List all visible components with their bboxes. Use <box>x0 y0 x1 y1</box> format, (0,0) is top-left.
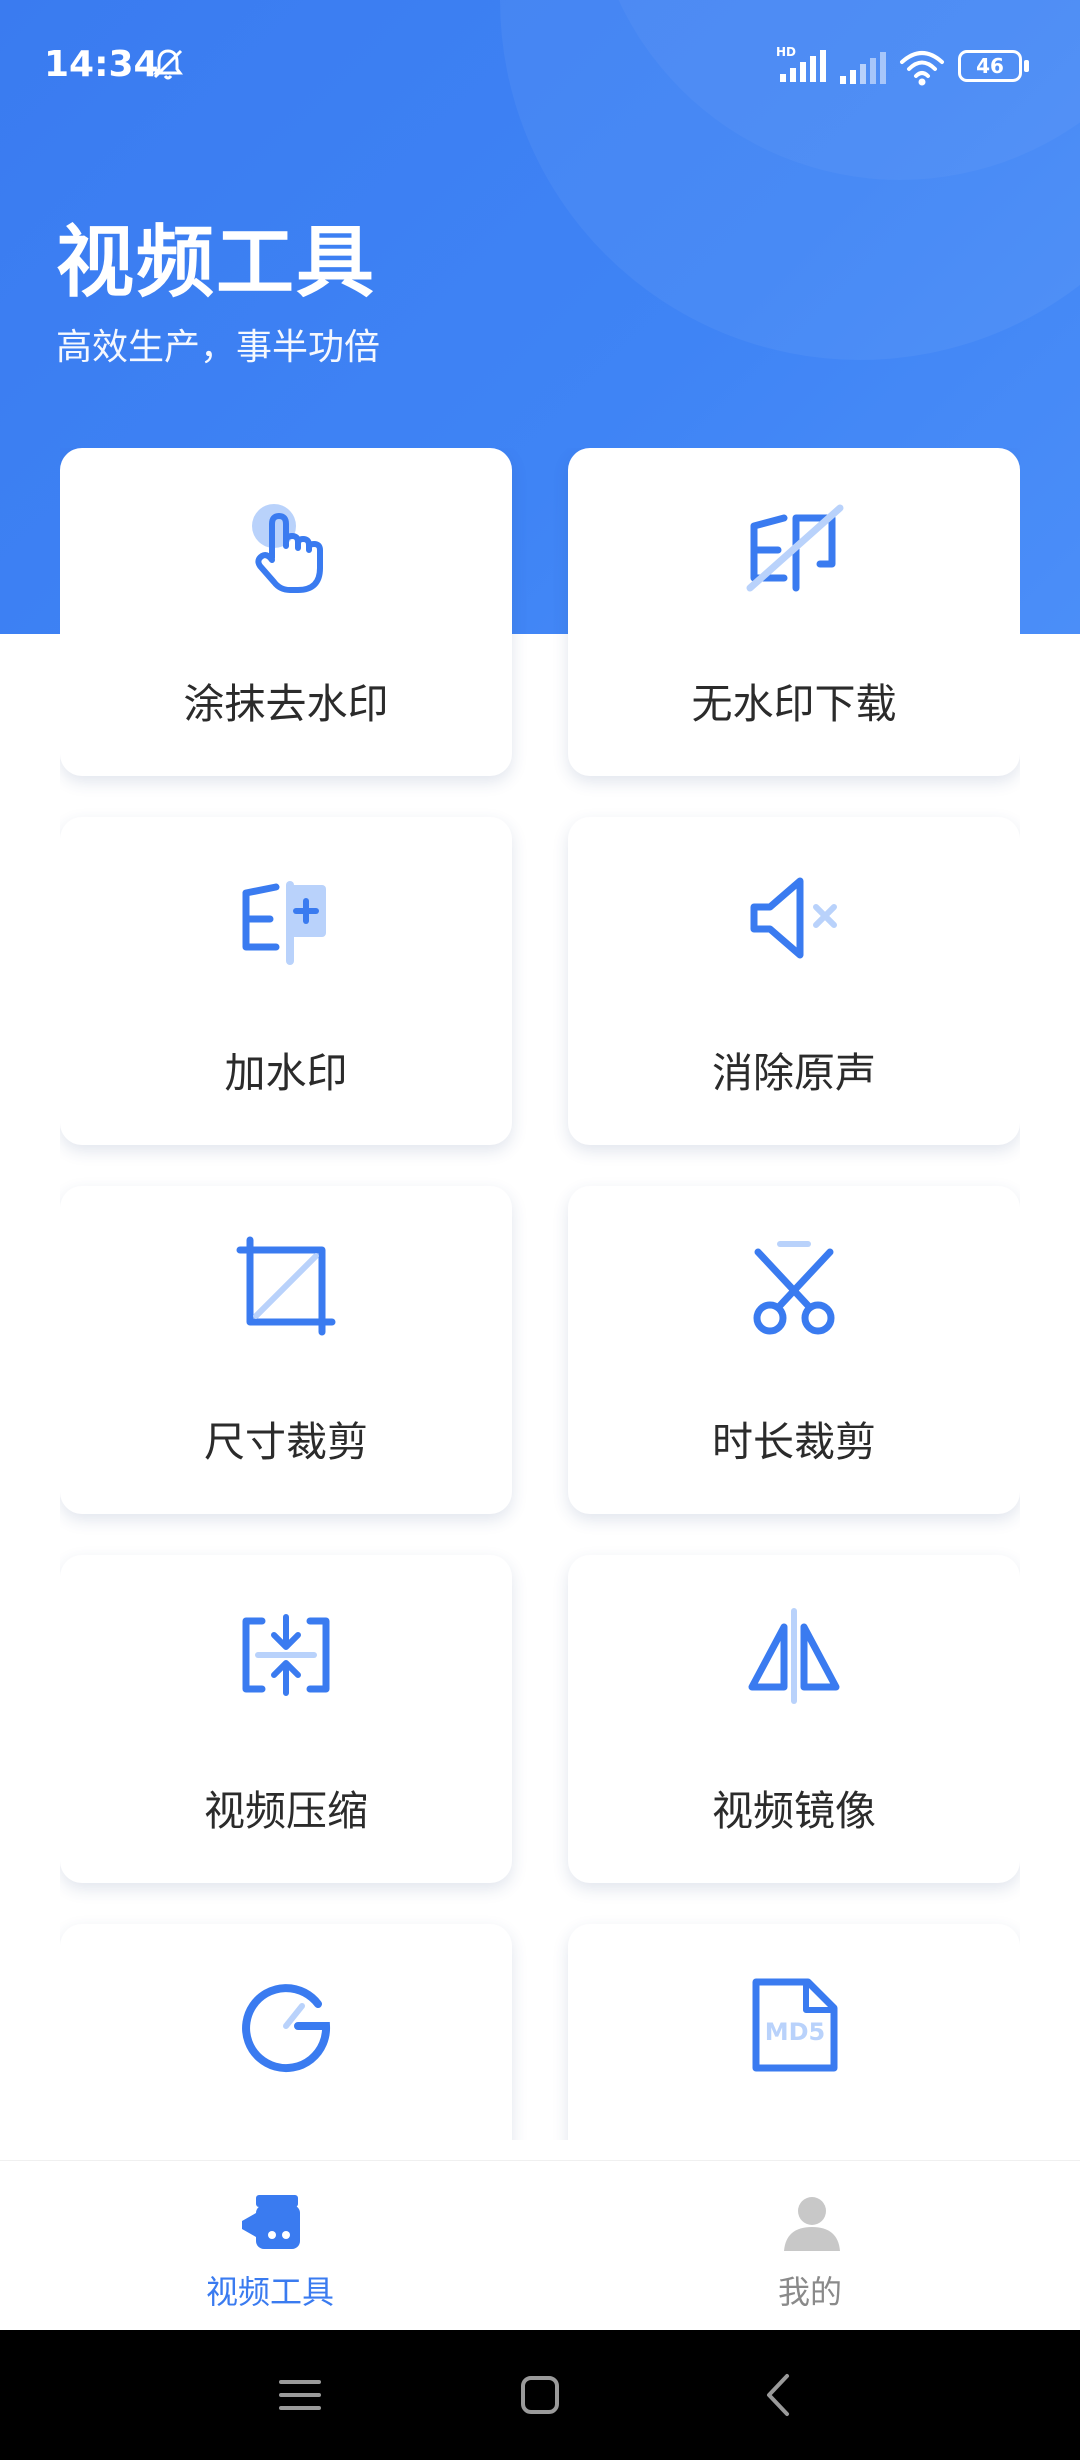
tool-card-md5[interactable]: MD5 <box>568 1924 1020 2140</box>
tool-label: 加水印 <box>224 1049 348 1097</box>
tool-label: 视频镜像 <box>712 1787 876 1835</box>
tool-card-duration-trim[interactable]: 时长裁剪 <box>568 1186 1020 1514</box>
tool-label: 时长裁剪 <box>712 1418 876 1466</box>
tab-mine[interactable]: 我的 <box>660 2161 960 2331</box>
tool-label: 尺寸裁剪 <box>204 1418 368 1466</box>
page-subtitle: 高效生产，事半功倍 <box>56 327 381 368</box>
speed-gauge-icon <box>242 1984 331 2073</box>
back-icon[interactable] <box>755 2370 805 2420</box>
crop-icon <box>236 1236 336 1336</box>
tab-label: 我的 <box>777 2273 842 2311</box>
battery-icon: 46 <box>958 50 1032 84</box>
tool-label: 涂抹去水印 <box>183 680 389 728</box>
network-badge: HD <box>776 45 796 59</box>
system-navigation-bar <box>0 2330 1080 2460</box>
mute-icon <box>750 877 837 959</box>
signal-icon <box>840 52 886 84</box>
status-time: 14:34 <box>44 44 159 85</box>
tool-card-no-watermark-download[interactable]: 无水印下载 <box>568 448 1020 776</box>
tool-card-video-mirror[interactable]: 视频镜像 <box>568 1555 1020 1883</box>
tool-card-add-watermark[interactable]: 加水印 <box>60 817 512 1145</box>
tool-grid: 涂抹去水印 无水印下载 加水印 消除原声 尺寸裁剪 时长裁剪 视频压缩 视频镜像… <box>60 448 1020 2140</box>
tool-card-smear-remove-watermark[interactable]: 涂抹去水印 <box>60 448 512 776</box>
tool-label: 无水印下载 <box>691 680 897 728</box>
md5-file-icon: MD5 <box>752 1978 838 2072</box>
tab-label: 视频工具 <box>205 2273 334 2311</box>
signal-hd-icon: HD <box>776 45 826 82</box>
home-icon[interactable] <box>515 2370 565 2420</box>
mirror-icon <box>748 1608 840 1704</box>
bottom-tab-bar: 视频工具 我的 <box>0 2160 1080 2331</box>
silent-bell-icon <box>153 49 183 80</box>
scissors-icon <box>753 1241 835 1335</box>
wifi-icon <box>900 51 944 86</box>
compress-icon <box>242 1614 330 1696</box>
no-watermark-icon <box>746 504 844 592</box>
video-tools-icon <box>242 2195 300 2249</box>
tool-card-video-compress[interactable]: 视频压缩 <box>60 1555 512 1883</box>
tool-label: 消除原声 <box>712 1049 876 1097</box>
tap-hand-icon <box>252 504 323 593</box>
tool-label: 视频压缩 <box>204 1787 368 1835</box>
page-title: 视频工具 <box>56 218 377 308</box>
tab-video-tools[interactable]: 视频工具 <box>120 2161 420 2331</box>
tool-card-speed[interactable] <box>60 1924 512 2140</box>
menu-icon[interactable] <box>275 2370 325 2420</box>
profile-icon <box>784 2197 840 2251</box>
add-watermark-icon <box>242 881 326 965</box>
status-bar: 14:34 HD 46 <box>0 0 1080 136</box>
tool-card-remove-audio[interactable]: 消除原声 <box>568 817 1020 1145</box>
svg-text:MD5: MD5 <box>765 2018 826 2046</box>
tool-card-size-crop[interactable]: 尺寸裁剪 <box>60 1186 512 1514</box>
battery-level: 46 <box>976 54 1004 78</box>
